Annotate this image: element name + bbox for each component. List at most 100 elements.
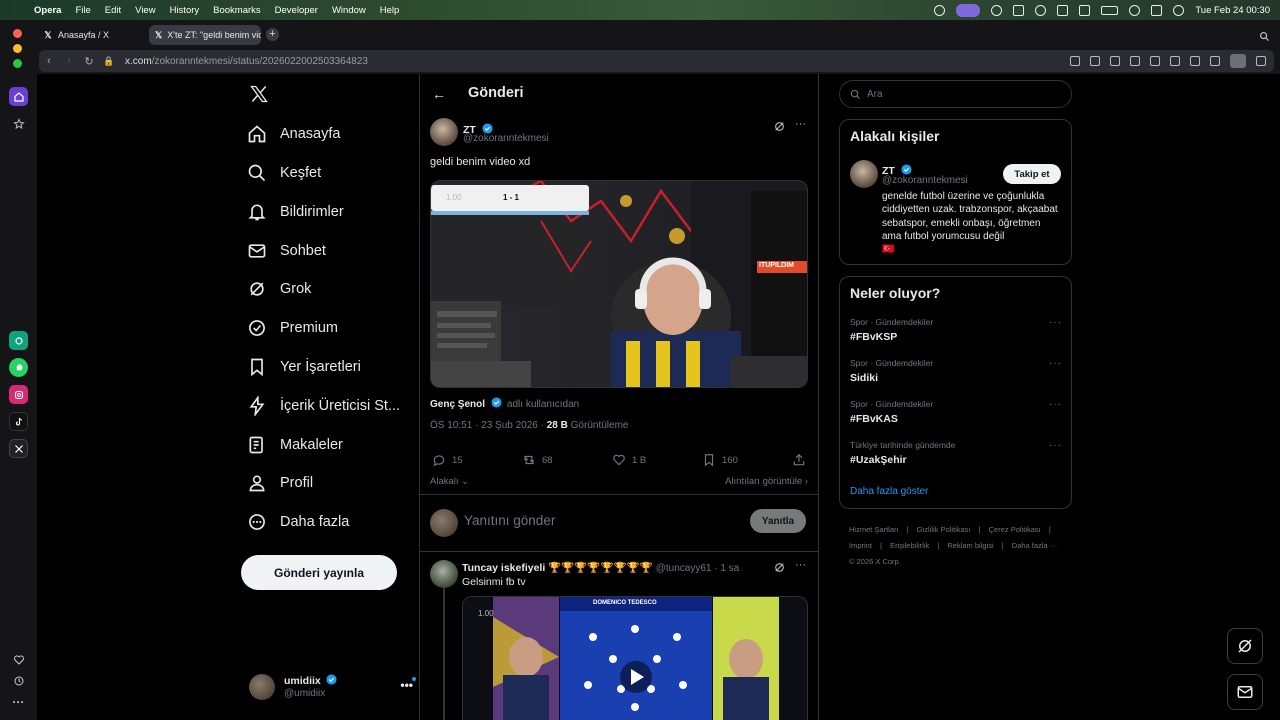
grok-fab[interactable] — [1227, 628, 1263, 664]
grok-explain-icon[interactable] — [773, 120, 786, 138]
menu-extra-icon[interactable] — [1013, 4, 1025, 16]
search-input[interactable]: Ara — [839, 80, 1072, 108]
address-bar[interactable]: ‹ › ↻ 🔒 x.com/zokoranntekmesi/status/202… — [39, 50, 1274, 72]
opera-home-icon[interactable] — [9, 87, 28, 106]
minimize-window-icon[interactable] — [13, 44, 22, 53]
nav-explore[interactable]: Keşfet — [247, 158, 321, 188]
control-center-icon[interactable] — [1151, 4, 1163, 16]
more-dots-icon[interactable]: ··· — [795, 118, 806, 130]
play-icon[interactable] — [1035, 4, 1047, 16]
status-icon[interactable] — [934, 4, 946, 16]
tab-home[interactable]: 𝕏 Anasayfa / X — [37, 25, 147, 45]
profile-avatar[interactable] — [1230, 54, 1246, 68]
battery-icon[interactable] — [1101, 5, 1119, 15]
footer-link[interactable]: Gizlilik Politikası — [917, 525, 971, 534]
more-dots-icon[interactable]: ··· — [1049, 358, 1062, 369]
reply-action[interactable]: 15 — [432, 453, 463, 467]
menu-view[interactable]: View — [135, 5, 155, 16]
nav-grok[interactable]: Grok — [247, 274, 311, 304]
footer-link[interactable]: Çerez Politikası — [989, 525, 1041, 534]
footer-link[interactable]: Daha fazla ··· — [1012, 541, 1057, 550]
menu-opera[interactable]: Opera — [34, 5, 61, 16]
history-icon[interactable] — [9, 671, 28, 690]
x-app-icon[interactable] — [9, 439, 28, 458]
back-arrow-icon[interactable]: ← — [432, 86, 446, 102]
video-source[interactable]: Genç Şenol adlı kullanıcıdan — [430, 394, 579, 412]
post-button[interactable]: Gönderi yayınla — [241, 555, 397, 590]
footer-link[interactable]: Hizmet Şartları — [849, 525, 899, 534]
reply-input[interactable]: Yanıtını gönder — [464, 513, 555, 528]
shield-icon[interactable] — [1110, 56, 1120, 66]
url-text[interactable]: x.com/zokoranntekmesi/status/20260220025… — [125, 56, 368, 67]
edit-icon[interactable] — [1070, 56, 1080, 66]
menu-icon[interactable] — [1210, 56, 1220, 66]
nav-creator-studio[interactable]: İçerik Üreticisi St... — [247, 391, 400, 421]
nav-premium[interactable]: Premium — [247, 313, 338, 343]
more-dots-icon[interactable]: ••• — [400, 678, 413, 692]
like-action[interactable]: 1 B — [612, 453, 646, 467]
menu-edit[interactable]: Edit — [105, 5, 121, 16]
trend-item[interactable]: Spor · Gündemdekiler Sidiki ··· — [850, 358, 1062, 384]
nav-more[interactable]: Daha fazla — [247, 507, 349, 537]
battery-saver-icon[interactable] — [1190, 56, 1200, 66]
new-tab-button[interactable]: + — [266, 28, 279, 41]
related-user-handle[interactable]: @zokoranntekmesi — [882, 175, 968, 186]
zoom-window-icon[interactable] — [13, 59, 22, 68]
more-dots-icon[interactable]: ··· — [795, 559, 806, 571]
trend-item[interactable]: Türkiye tarihinde gündemde #UzakŞehir ··… — [850, 440, 1062, 466]
tweet-video[interactable]: 1.00 1 - 1 ITUPILDIM — [430, 180, 808, 388]
trend-item[interactable]: Spor · Gündemdekiler #FBvKAS ··· — [850, 399, 1062, 425]
reload-icon[interactable]: ↻ — [79, 55, 99, 68]
menu-help[interactable]: Help — [380, 5, 400, 16]
menubar-clock[interactable]: Tue Feb 24 00:30 — [1195, 5, 1270, 16]
forward-icon[interactable]: › — [59, 55, 79, 67]
footer-link[interactable]: Imprint — [849, 541, 872, 550]
heart-icon[interactable] — [9, 650, 28, 669]
camera-icon[interactable] — [1090, 56, 1100, 66]
instagram-icon[interactable] — [9, 385, 28, 404]
show-more-link[interactable]: Daha fazla göster — [850, 486, 928, 497]
siri-icon[interactable] — [1173, 4, 1185, 16]
follow-button[interactable]: Takip et — [1003, 164, 1061, 184]
sidebar-more-icon[interactable]: ··· — [9, 692, 28, 711]
ai-icon[interactable] — [991, 4, 1003, 16]
menu-history[interactable]: History — [170, 5, 200, 16]
whatsapp-icon[interactable] — [9, 358, 28, 377]
sort-dropdown[interactable]: Alakalı ⌄ — [430, 476, 469, 487]
bookmark-action[interactable]: 160 — [702, 453, 738, 467]
more-dots-icon[interactable]: ··· — [1049, 317, 1062, 328]
footer-link[interactable]: Reklam bilgisi — [947, 541, 993, 550]
avatar[interactable] — [430, 118, 458, 146]
trend-item[interactable]: Spor · Gündemdekiler #FBvKSP ··· — [850, 317, 1062, 343]
reply-button[interactable]: Yanıtla — [750, 509, 806, 533]
close-window-icon[interactable] — [13, 29, 22, 38]
menu-file[interactable]: File — [75, 5, 90, 16]
account-switcher[interactable]: umidiix @umidiix ••• — [249, 672, 416, 702]
reply-author[interactable]: Tuncay iskefiyeli 🏆🏆🏆🏆🏆🏆🏆🏆 @tuncayy61 · … — [462, 561, 739, 574]
play-icon[interactable] — [1130, 56, 1140, 66]
extensions-icon[interactable] — [1256, 56, 1266, 66]
opera-star-icon[interactable] — [9, 114, 28, 133]
user-icon[interactable] — [1057, 4, 1069, 16]
view-quotes-link[interactable]: Alıntıları görüntüle › — [725, 476, 808, 487]
share-action[interactable] — [792, 453, 812, 467]
download-icon[interactable] — [1170, 56, 1180, 66]
tab-search-icon[interactable] — [1259, 29, 1270, 47]
avatar[interactable] — [850, 160, 878, 188]
more-dots-icon[interactable]: ··· — [1049, 440, 1062, 451]
nav-home[interactable]: Anasayfa — [247, 119, 340, 149]
more-dots-icon[interactable]: ··· — [1049, 399, 1062, 410]
reply-tweet[interactable]: Tuncay iskefiyeli 🏆🏆🏆🏆🏆🏆🏆🏆 @tuncayy61 · … — [420, 552, 818, 720]
nav-bookmarks[interactable]: Yer İşaretleri — [247, 352, 361, 382]
grok-explain-icon[interactable] — [773, 561, 786, 579]
x-logo-icon[interactable] — [249, 84, 269, 104]
retweet-action[interactable]: 68 — [522, 453, 553, 467]
avatar[interactable] — [430, 560, 458, 588]
footer-link[interactable]: Erişilebilirlik — [890, 541, 929, 550]
chatgpt-icon[interactable] — [9, 331, 28, 350]
nav-notifications[interactable]: Bildirimler — [247, 197, 344, 227]
wifi-icon[interactable] — [1129, 4, 1141, 16]
nav-messages[interactable]: Sohbet — [247, 236, 326, 266]
screen-share-icon[interactable] — [956, 3, 981, 17]
tiktok-icon[interactable] — [9, 412, 28, 431]
